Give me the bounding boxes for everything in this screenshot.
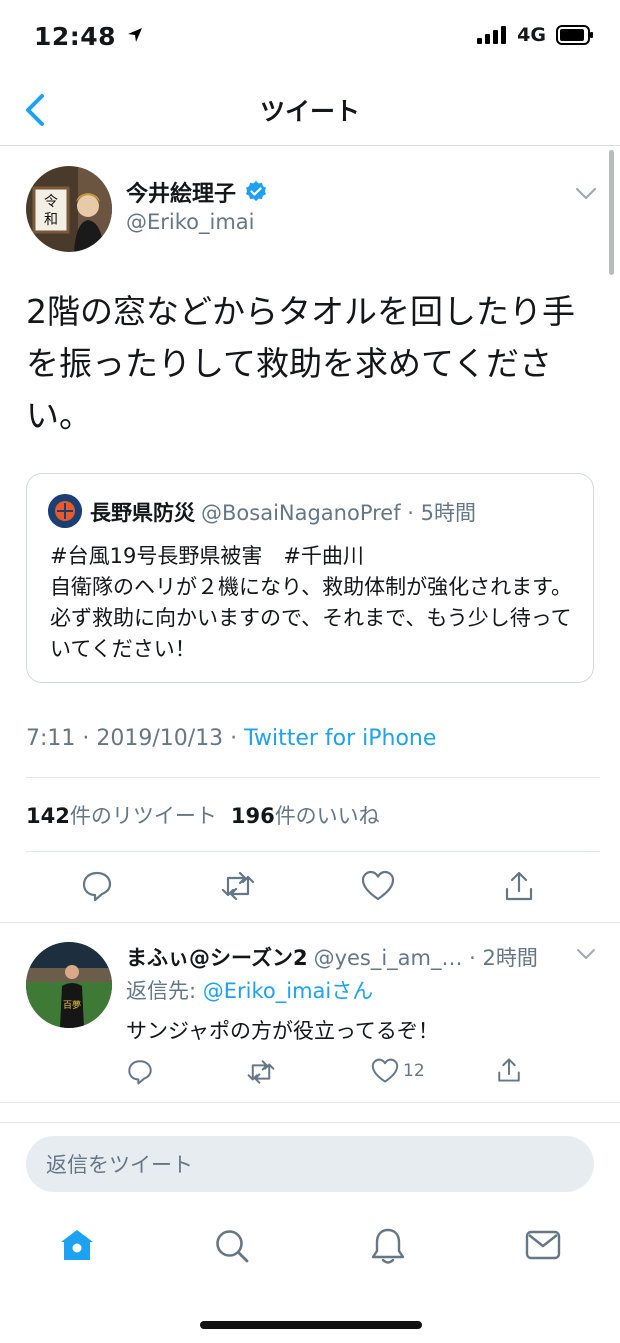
quoted-header: 長野県防災 @BosaiNaganoPref · 5時間 xyxy=(90,497,476,527)
share-icon xyxy=(498,1058,520,1082)
reply-like-count: 12 xyxy=(403,1061,425,1081)
network-label: 4G xyxy=(517,24,546,46)
svg-text:和: 和 xyxy=(44,212,58,228)
tab-messages[interactable] xyxy=(524,1229,564,1265)
reply-like-button[interactable]: 12 xyxy=(371,1058,425,1084)
quoted-text: #台風19号長野県被害 #千曲川 自衛隊のヘリが２機になり、救助体制が強化されま… xyxy=(50,541,580,665)
reply-share-button[interactable] xyxy=(496,1056,524,1086)
reply-retweet-button[interactable] xyxy=(246,1058,278,1088)
like-button[interactable] xyxy=(358,866,398,906)
bell-icon xyxy=(371,1228,405,1264)
tweet-source-link[interactable]: Twitter for iPhone xyxy=(244,726,436,751)
likes-stat[interactable]: 196件のいいね xyxy=(231,800,380,830)
reply-handle-time: @yes_i_am_… · 2時間 xyxy=(313,946,538,970)
comment-icon xyxy=(82,871,112,902)
reply-text: サンジャポの方が役立ってるぞ！ xyxy=(126,1019,439,1043)
svg-text:百夢: 百夢 xyxy=(63,999,81,1011)
reply-to-prefix: 返信先: xyxy=(126,979,203,1003)
author-handle[interactable]: @Eriko_imai xyxy=(126,210,255,234)
reply-button[interactable] xyxy=(77,866,117,906)
retweet-button[interactable] xyxy=(218,866,258,906)
scrollbar[interactable] xyxy=(609,150,614,275)
quoted-handle-time: @BosaiNaganoPref · 5時間 xyxy=(201,501,476,525)
home-icon xyxy=(61,1230,93,1260)
heart-icon xyxy=(361,870,395,901)
divider xyxy=(0,922,620,923)
chevron-down-icon[interactable] xyxy=(576,948,596,962)
quoted-body: 自衛隊のヘリが２機になり、救助体制が強化されます。必ず救助に向かいますので、それ… xyxy=(50,575,573,661)
page-title: ツイート xyxy=(259,97,360,126)
chevron-down-icon[interactable] xyxy=(574,186,598,202)
nav-divider xyxy=(0,145,620,146)
retweets-stat[interactable]: 142件のリツイート xyxy=(26,800,217,830)
quoted-avatar xyxy=(48,494,82,528)
comment-icon xyxy=(128,1060,152,1085)
verified-badge-icon xyxy=(246,181,267,201)
share-button[interactable] xyxy=(499,866,539,906)
reply-reply-button[interactable] xyxy=(126,1058,156,1088)
quoted-name: 長野県防災 xyxy=(90,501,195,525)
reply-author-name[interactable]: まふぃ@シーズン2 xyxy=(126,942,308,972)
tweet-stats: 142件のリツイート 196件のいいね xyxy=(26,800,380,830)
retweet-icon xyxy=(221,871,255,901)
status-indicators: 4G xyxy=(477,24,594,46)
battery-icon xyxy=(556,25,593,45)
divider xyxy=(26,851,600,852)
retweet-icon xyxy=(247,1060,275,1084)
location-arrow-icon xyxy=(128,28,143,42)
compose-divider xyxy=(0,1122,620,1123)
author-name-text: 今井絵理子 xyxy=(126,182,237,207)
author-name[interactable]: 今井絵理子 xyxy=(126,176,268,208)
tweet-text: 2階の窓などからタオルを回したり手を振ったりして救助を求めてください。 xyxy=(26,292,575,435)
divider xyxy=(0,1102,620,1103)
heart-icon xyxy=(371,1058,399,1083)
author-avatar[interactable]: 令 和 xyxy=(26,166,112,252)
search-icon xyxy=(216,1230,249,1263)
tab-notifications[interactable] xyxy=(370,1226,410,1266)
reply-to-mention[interactable]: @Eriko_imaiさん xyxy=(203,979,374,1003)
status-time: 12:48 xyxy=(34,22,143,51)
tab-search[interactable] xyxy=(214,1228,254,1268)
tab-home[interactable] xyxy=(58,1226,98,1266)
compose-placeholder: 返信をツイート xyxy=(46,1153,193,1177)
reply-compose-input[interactable]: 返信をツイート xyxy=(26,1136,594,1192)
timestamp-text: 7:11 · 2019/10/13 · xyxy=(26,726,245,751)
quoted-hashtags: #台風19号長野県被害 #千曲川 xyxy=(50,544,364,568)
svg-text:令: 令 xyxy=(44,194,58,210)
tweet-timestamp: 7:11 · 2019/10/13 · Twitter for iPhone xyxy=(26,726,436,751)
mail-icon xyxy=(525,1230,561,1260)
reply-header: まふぃ@シーズン2 @yes_i_am_… · 2時間 xyxy=(126,942,538,972)
reply-to: 返信先: @Eriko_imaiさん xyxy=(126,975,373,1005)
reply-avatar[interactable]: 百夢 xyxy=(26,942,112,1028)
signal-icon xyxy=(477,26,507,44)
divider xyxy=(26,777,600,778)
share-icon xyxy=(505,871,533,901)
home-indicator[interactable] xyxy=(200,1321,422,1329)
